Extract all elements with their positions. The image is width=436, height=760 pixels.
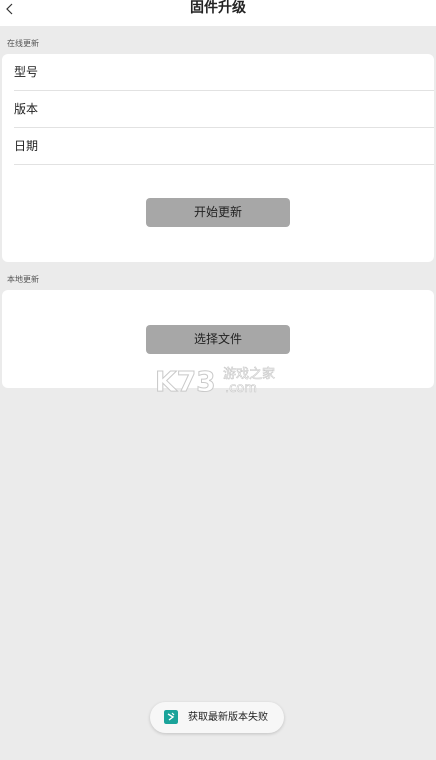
date-row: 日期 (14, 128, 434, 165)
version-label: 版本 (14, 102, 39, 116)
page-title: 固件升级 (190, 0, 246, 16)
online-update-label: 在线更新 (7, 39, 39, 48)
model-row: 型号 (14, 54, 434, 91)
app-logo-icon (164, 710, 178, 724)
local-update-label: 本地更新 (7, 275, 39, 284)
version-row: 版本 (14, 91, 434, 128)
top-bar: 固件升级 (0, 0, 436, 26)
start-update-button[interactable]: 开始更新 (146, 198, 290, 227)
k73-watermark-logo: K73 游戏之家 .com (155, 365, 275, 397)
watermark-tagline: 游戏之家 (223, 366, 275, 382)
watermark-brand: K73 (155, 365, 216, 396)
toast-message: 获取最新版本失败 (188, 712, 268, 723)
select-file-button[interactable]: 选择文件 (146, 325, 290, 354)
online-update-card: 型号 版本 日期 开始更新 (2, 54, 434, 262)
date-label: 日期 (14, 139, 39, 153)
watermark-domain: .com (225, 381, 257, 396)
error-toast: 获取最新版本失败 (150, 702, 284, 733)
model-label: 型号 (14, 65, 39, 79)
